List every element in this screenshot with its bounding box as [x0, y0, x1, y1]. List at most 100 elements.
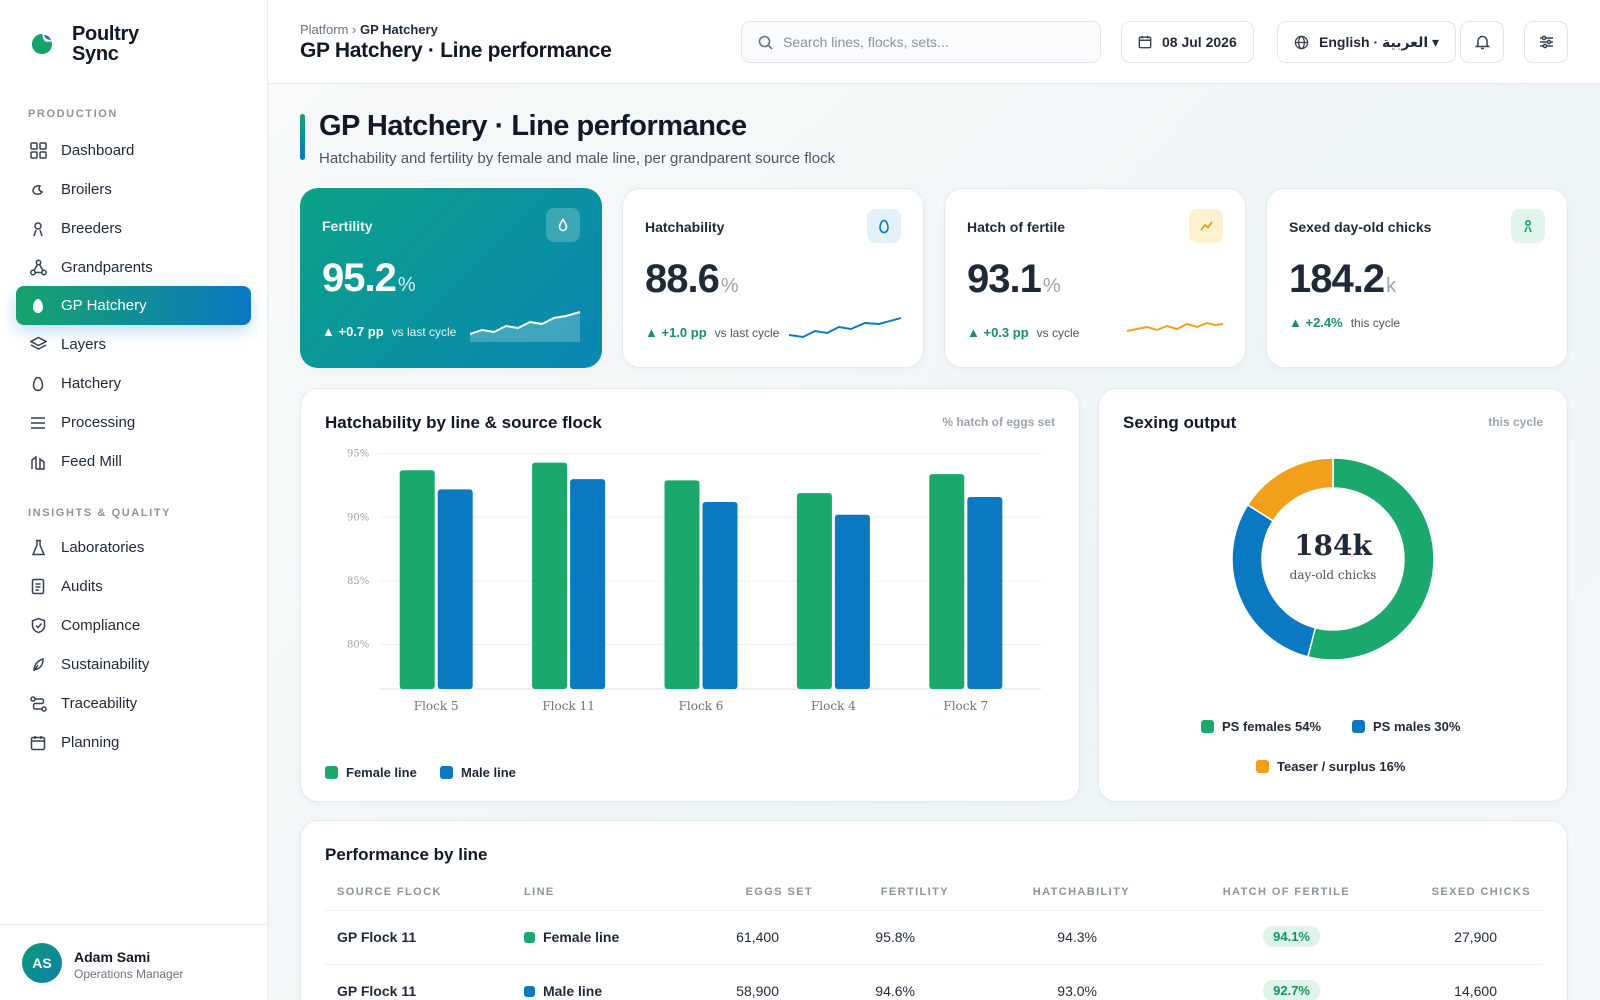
cell-line-label: Male line: [543, 983, 603, 999]
kpi-value: 95.2%: [322, 256, 416, 301]
card-title: Hatchability by line & source flock: [325, 413, 602, 432]
search-box[interactable]: [741, 21, 1101, 63]
col-header-fertility[interactable]: FERTILITY: [881, 886, 949, 898]
kpi-label: Hatch of fertile: [967, 219, 1066, 235]
kpi-card-hatchability[interactable]: Hatchability 88.6% ▲ +1.0 pp vs last cyc…: [622, 188, 924, 368]
breadcrumb-current: GP Hatchery: [360, 22, 438, 37]
legend-ps-females[interactable]: PS females 54%: [1201, 719, 1321, 734]
y-tick-label: 85%: [347, 576, 369, 587]
x-tick-label: Flock 6: [679, 699, 724, 713]
kpi-delta-context: vs cycle: [1036, 325, 1080, 340]
kpi-card-sexed-chicks[interactable]: Sexed day-old chicks 184.2 k ▲ +2.4% this…: [1266, 188, 1568, 368]
brand[interactable]: Poultry Sync: [30, 24, 152, 64]
kpi-unit: %: [397, 274, 416, 296]
col-header-hatch-of-fertile[interactable]: HATCH OF FERTILE: [1223, 886, 1350, 898]
y-tick-label: 90%: [347, 512, 369, 523]
bar-female: [796, 493, 832, 689]
language-selector[interactable]: English · العربية ▾: [1277, 21, 1457, 63]
notifications-button[interactable]: [1460, 21, 1504, 63]
cell-flock: GP Flock 11: [337, 929, 417, 945]
route-icon: [29, 695, 47, 713]
sidebar-item-layers[interactable]: Layers: [16, 325, 251, 364]
bar-male: [967, 496, 1003, 689]
legend-female[interactable]: Female line: [325, 765, 417, 780]
clipboard-icon: [29, 578, 47, 596]
col-header-hatchability[interactable]: HATCHABILITY: [1033, 886, 1130, 898]
kpi-value: 93.1%: [967, 257, 1061, 302]
grid-icon: [29, 142, 47, 160]
col-header-source-flock[interactable]: SOURCE FLOCK: [337, 886, 442, 898]
tree-icon: [29, 259, 47, 277]
layers-icon: [29, 336, 47, 354]
kpi-card-fertility[interactable]: Fertility 95.2% ▲ +0.7 pp vs last cycle: [300, 188, 602, 368]
cell-line: Female line: [524, 929, 619, 945]
sidebar-item-broilers[interactable]: Broilers: [16, 170, 251, 209]
nav-section-production: PRODUCTION: [28, 108, 118, 120]
cell-fertility: 94.6%: [875, 983, 915, 999]
cell-hatchability: 93.0%: [1057, 983, 1097, 999]
kpi-delta-value: ▲ +2.4%: [1289, 315, 1343, 330]
sidebar-item-compliance[interactable]: Compliance: [16, 606, 251, 645]
sidebar-item-processing[interactable]: Processing: [16, 403, 251, 442]
sidebar-item-planning[interactable]: Planning: [16, 723, 251, 762]
kpi-delta: ▲ +0.7 pp vs last cycle: [322, 324, 456, 339]
table-row[interactable]: GP Flock 11 Female line 61,400 95.8% 94.…: [324, 910, 1542, 964]
globe-icon: [1294, 35, 1309, 50]
sexing-output-card: Sexing output this cycle 184k day-old chi…: [1098, 388, 1568, 802]
col-header-sexed-chicks[interactable]: SEXED CHICKS: [1432, 886, 1531, 898]
nav-section-insights: INSIGHTS & QUALITY: [28, 507, 172, 519]
sidebar-item-dashboard[interactable]: Dashboard: [16, 131, 251, 170]
donut-slice[interactable]: [1246, 457, 1334, 522]
kpi-sparkline: [789, 317, 901, 339]
sidebar-item-hatchery[interactable]: Hatchery: [16, 364, 251, 403]
sidebar-item-label: Processing: [61, 414, 136, 431]
sidebar-item-label: Layers: [61, 336, 107, 353]
sidebar-item-traceability[interactable]: Traceability: [16, 684, 251, 723]
donut-center-label: day-old chicks: [1290, 568, 1377, 582]
legend-teaser[interactable]: Teaser / surplus 16%: [1256, 759, 1405, 774]
col-header-eggs-set[interactable]: EGGS SET: [746, 886, 813, 898]
sidebar-item-label: Planning: [61, 734, 120, 751]
col-header-line[interactable]: LINE: [524, 886, 555, 898]
date-label: 08 Jul 2026: [1162, 34, 1237, 50]
kpi-delta-value: ▲ +0.7 pp: [322, 324, 384, 339]
brand-logo-icon: [32, 34, 52, 54]
sidebar-item-breeders[interactable]: Breeders: [16, 209, 251, 248]
table-row[interactable]: GP Flock 11 Male line 58,900 94.6% 93.0%…: [324, 964, 1542, 1000]
breadcrumb: Platform › GP Hatchery: [300, 22, 438, 37]
legend-ps-males[interactable]: PS males 30%: [1352, 719, 1460, 734]
sidebar-item-audits[interactable]: Audits: [16, 567, 251, 606]
kpi-value: 88.6%: [645, 257, 739, 302]
kpi-number: 93.1: [967, 257, 1042, 301]
date-picker[interactable]: 08 Jul 2026: [1121, 21, 1254, 63]
kpi-sparkline: [470, 311, 580, 342]
hatchability-chart-card: Hatchability by line & source flock % ha…: [300, 388, 1080, 802]
sliders-icon: [1539, 35, 1553, 49]
user-role: Operations Manager: [74, 967, 184, 981]
user-profile[interactable]: AS Adam Sami Operations Manager: [0, 924, 268, 1000]
search-input[interactable]: [783, 34, 1073, 50]
cell-line: Male line: [524, 983, 602, 999]
kpi-value: 184.2 k: [1289, 257, 1396, 302]
legend-male[interactable]: Male line: [440, 765, 516, 780]
person-icon: [1511, 209, 1545, 243]
kpi-delta: ▲ +1.0 pp vs last cycle: [645, 325, 779, 340]
sidebar-item-sustainability[interactable]: Sustainability: [16, 645, 251, 684]
egg-icon: [867, 209, 901, 243]
kpi-label: Sexed day-old chicks: [1289, 219, 1432, 235]
sidebar-item-feed-mill[interactable]: Feed Mill: [16, 442, 251, 481]
settings-button[interactable]: [1524, 21, 1568, 63]
sidebar-item-laboratories[interactable]: Laboratories: [16, 528, 251, 567]
legend-swatch: [1201, 720, 1214, 733]
breadcrumb-root[interactable]: Platform: [300, 22, 348, 37]
sidebar-item-gp-hatchery[interactable]: GP Hatchery: [16, 286, 251, 325]
kpi-card-hatch-of-fertile[interactable]: Hatch of fertile 93.1% ▲ +0.3 pp vs cycl…: [944, 188, 1246, 368]
bar-female: [664, 480, 700, 689]
sidebar-item-grandparents[interactable]: Grandparents: [16, 248, 251, 287]
legend-label: PS males 30%: [1373, 719, 1461, 734]
x-tick-label: Flock 11: [542, 699, 594, 713]
leaf-icon: [29, 656, 47, 674]
card-title: Performance by line: [325, 845, 488, 864]
cell-line-label: Female line: [543, 929, 620, 945]
sidebar-item-label: Traceability: [61, 695, 138, 712]
